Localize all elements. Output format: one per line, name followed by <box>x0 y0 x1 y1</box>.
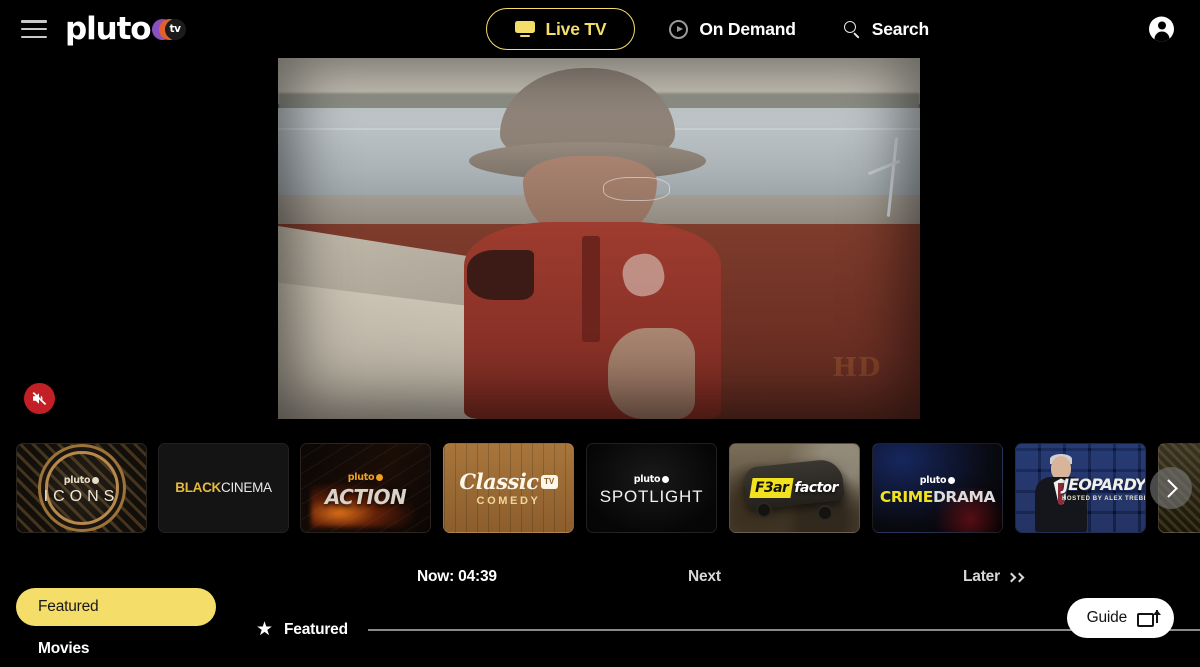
video-watermark: HD <box>832 352 882 383</box>
channel-name: JEOPARDY! <box>1062 474 1146 494</box>
channel-word-1: BLACK <box>175 480 222 495</box>
tv-badge-icon: TV <box>540 475 558 489</box>
nav-search-label: Search <box>871 18 929 39</box>
logo-tv-badge: tv <box>169 23 181 35</box>
main-nav: Live TV On Demand Search <box>485 8 937 50</box>
app-header: pluto tv Live TV On Demand Search <box>0 0 1200 58</box>
nav-item-live-tv[interactable]: Live TV <box>485 8 636 50</box>
timeline-later-label: Later <box>963 568 1000 585</box>
star-icon: ★ <box>256 619 274 640</box>
tv-monitor-icon <box>514 21 535 37</box>
mute-button[interactable] <box>24 383 55 414</box>
channel-word-1: CRIME <box>879 487 933 506</box>
nav-on-demand-label: On Demand <box>699 18 796 39</box>
video-person <box>464 67 721 419</box>
hamburger-icon[interactable] <box>21 20 47 38</box>
channel-name: ACTION <box>324 485 407 509</box>
timeline-now-label: Now: 04:39 <box>417 568 497 585</box>
channel-carousel[interactable]: pluto ICONS BLACKCINEMA pluto ACTION Cla… <box>0 443 1200 533</box>
play-circle-icon <box>669 19 689 39</box>
channel-tile-pluto-icons[interactable]: pluto ICONS <box>16 443 147 533</box>
timeline-later-button[interactable]: Later <box>963 568 1025 586</box>
channel-tile-fear-factor[interactable]: F3ar factor <box>729 443 860 533</box>
channel-tile-jeopardy[interactable]: JEOPARDY! HOSTED BY ALEX TREBEK <box>1015 443 1146 533</box>
logo-wordmark: pluto <box>65 10 152 47</box>
video-player[interactable]: HD <box>278 57 920 419</box>
nav-item-on-demand[interactable]: On Demand <box>661 8 803 50</box>
nav-live-tv-label: Live TV <box>545 18 607 39</box>
guide-button[interactable]: Guide <box>1066 598 1174 638</box>
video-stage: HD <box>0 57 1200 422</box>
channel-tile-black-cinema[interactable]: BLACKCINEMA <box>158 443 289 533</box>
category-sidebar: Featured Movies <box>0 588 232 667</box>
sidebar-item-featured[interactable]: Featured <box>16 588 216 626</box>
sidebar-item-label: Movies <box>38 640 90 657</box>
pluto-tv-logo[interactable]: pluto tv <box>65 13 186 45</box>
account-avatar-icon[interactable] <box>1149 16 1174 42</box>
channel-word-2: DRAMA <box>932 487 996 506</box>
sidebar-item-label: Featured <box>38 598 99 615</box>
channel-brand: pluto <box>63 475 91 486</box>
double-chevron-right-icon <box>1006 572 1025 582</box>
channel-tile-pluto-action[interactable]: pluto ACTION <box>300 443 431 533</box>
timeline-next-label[interactable]: Next <box>688 568 721 586</box>
guide-row-label: Featured <box>284 621 348 638</box>
guide-expand-icon <box>1137 609 1161 627</box>
channel-subtitle: HOSTED BY ALEX TREBEK <box>1061 495 1146 502</box>
sidebar-item-movies[interactable]: Movies <box>38 640 90 658</box>
channel-brand: pluto <box>633 474 661 485</box>
guide-featured-row: ★ Featured <box>232 618 1200 652</box>
logo-circles-icon: tv <box>151 17 186 42</box>
search-icon <box>843 20 861 38</box>
channel-word-2: factor <box>794 480 838 496</box>
speaker-muted-icon <box>32 391 47 406</box>
channel-tile-classic-tv-comedy[interactable]: Classic TV COMEDY <box>443 443 574 533</box>
channel-word-2: CINEMA <box>221 480 272 495</box>
channel-subtitle: COMEDY <box>476 495 541 507</box>
channel-brand: pluto <box>919 474 947 486</box>
channel-name: Classic <box>459 469 539 494</box>
channel-word-1: F3ar <box>755 480 789 496</box>
channel-name: SPOTLIGHT <box>599 487 704 506</box>
channel-name: ICONS <box>43 488 120 505</box>
pluto-tv-app: pluto tv Live TV On Demand Search HD plu… <box>0 0 1200 667</box>
carousel-next-button[interactable] <box>1150 467 1192 509</box>
nav-item-search[interactable]: Search <box>836 8 937 50</box>
channel-tile-pluto-crime-drama[interactable]: pluto CRIMEDRAMA <box>872 443 1003 533</box>
channel-brand: pluto <box>347 472 375 483</box>
channel-tile-pluto-spotlight[interactable]: pluto SPOTLIGHT <box>586 443 717 533</box>
guide-button-label: Guide <box>1086 609 1128 626</box>
